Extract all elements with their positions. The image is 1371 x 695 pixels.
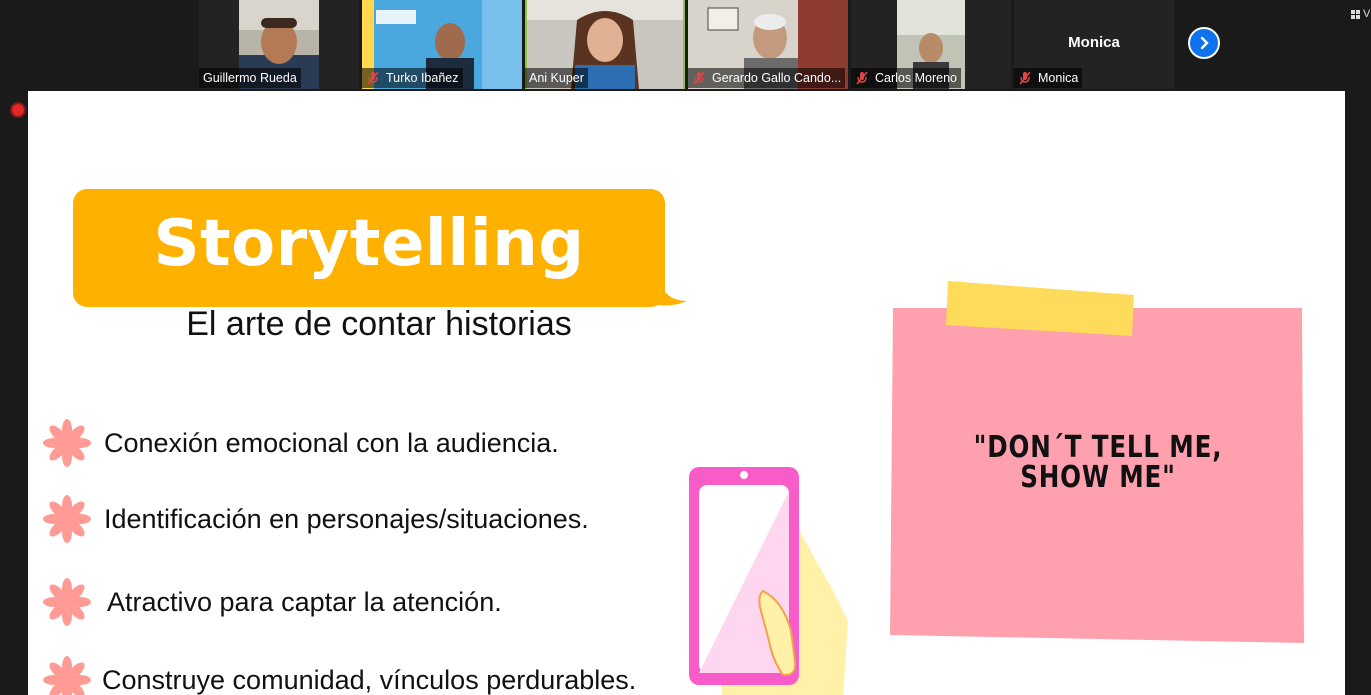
- participant-name: Gerardo Gallo Cando...: [688, 68, 846, 88]
- mic-muted-icon: [366, 71, 380, 85]
- participant-tile[interactable]: Carlos Moreno: [851, 0, 1011, 89]
- flower-icon: [43, 656, 91, 695]
- participant-tile[interactable]: Guillermo Rueda: [199, 0, 359, 89]
- mic-muted-icon: [1018, 71, 1032, 85]
- bullet-text: Construye comunidad, vínculos perdurable…: [102, 664, 637, 695]
- bullet-text: Identificación en personajes/situaciones…: [104, 503, 589, 534]
- participant-name: Turko Ibañez: [362, 68, 463, 88]
- chevron-right-icon: [1200, 36, 1209, 50]
- tape-strip: [946, 281, 1134, 336]
- participant-tile[interactable]: Turko Ibañez: [362, 0, 522, 89]
- bullet-item: Construye comunidad, vínculos perdurable…: [42, 655, 636, 695]
- mic-muted-icon: [692, 71, 706, 85]
- bullet-item: Atractivo para captar la atención.: [42, 577, 502, 627]
- flower-icon: [43, 419, 91, 467]
- phone-illustration: [689, 467, 848, 695]
- grid-icon: [1351, 9, 1360, 19]
- participant-tile-active[interactable]: Ani Kuper: [525, 0, 685, 89]
- bullet-text: Atractivo para captar la atención.: [107, 586, 502, 617]
- flower-icon: [43, 495, 91, 543]
- participant-name: Ani Kuper: [525, 68, 588, 88]
- mic-muted-icon: [855, 71, 869, 85]
- shared-slide: Storytelling El arte de contar historias…: [28, 91, 1345, 695]
- participant-tile[interactable]: Gerardo Gallo Cando...: [688, 0, 848, 89]
- participant-avatar-name: Monica: [1068, 34, 1120, 51]
- participant-name: Guillermo Rueda: [199, 68, 301, 88]
- bullet-text: Conexión emocional con la audiencia.: [104, 427, 559, 458]
- slide-title: Storytelling: [153, 207, 585, 281]
- participant-strip: Guillermo Rueda Turko Ibañez Ani Kuper G…: [0, 0, 1371, 90]
- bullet-item: Identificación en personajes/situaciones…: [42, 494, 589, 544]
- view-button[interactable]: V: [1351, 8, 1370, 20]
- flower-icon: [43, 578, 91, 626]
- quote-text: "DON´T TELL ME, SHOW ME": [973, 430, 1223, 495]
- recording-dot-icon: [12, 104, 24, 116]
- next-page-button[interactable]: [1188, 27, 1220, 59]
- participant-name: Carlos Moreno: [851, 68, 961, 88]
- participant-tile[interactable]: Monica Monica: [1014, 0, 1174, 89]
- title-bubble: Storytelling: [73, 189, 665, 307]
- participant-name: Monica: [1014, 68, 1083, 88]
- bullet-item: Conexión emocional con la audiencia.: [42, 418, 559, 468]
- slide-subtitle: El arte de contar historias: [186, 305, 572, 343]
- view-label: V: [1363, 8, 1371, 20]
